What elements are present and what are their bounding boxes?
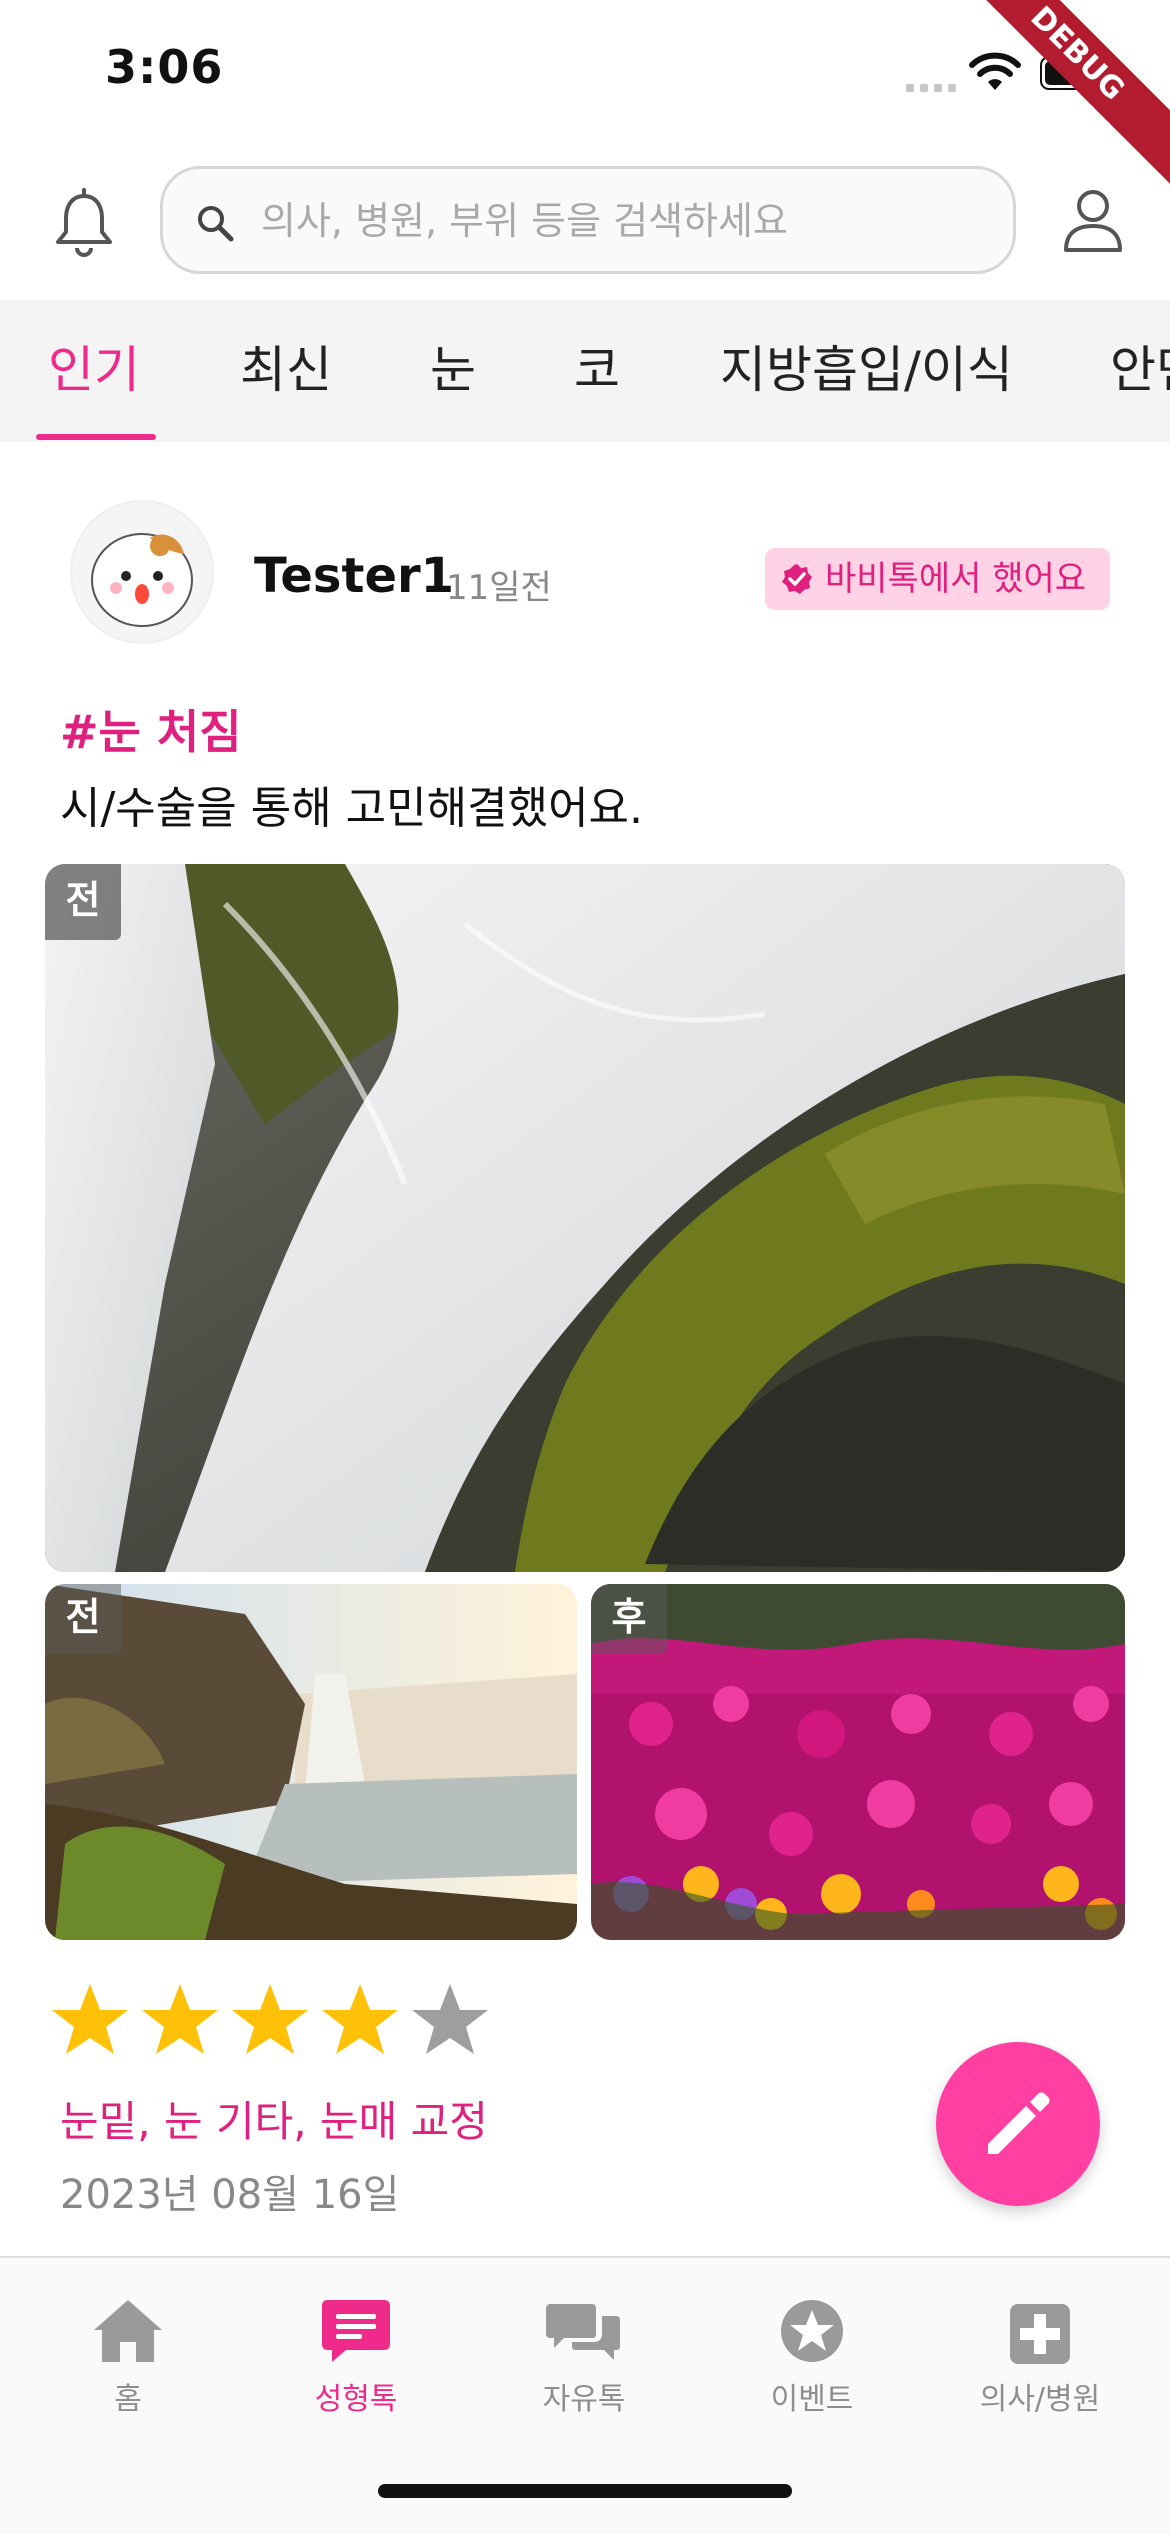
- photo-label-before: 전: [45, 864, 121, 940]
- signal-icon: [906, 84, 956, 92]
- post-text: 시/수술을 통해 고민해결했어요.: [60, 783, 644, 834]
- star-circle-icon: [781, 2300, 843, 2362]
- nav-events-label: 이벤트: [770, 2382, 854, 2417]
- photo-label-before-small: 전: [45, 1584, 121, 1654]
- post-photo-before[interactable]: 전: [45, 1584, 577, 1940]
- star-icon-1: [52, 1984, 128, 2054]
- post-time: 11일전: [446, 568, 552, 608]
- plus-square-icon: [1010, 2304, 1070, 2364]
- status-bar: 3:06 DEBUG: [0, 0, 1170, 190]
- tab-face[interactable]: 안면: [1110, 330, 1170, 402]
- avatar[interactable]: [70, 500, 214, 644]
- star-icon-3: [232, 1984, 308, 2054]
- chat-icon: [322, 2300, 390, 2362]
- nav-home-label: 홈: [114, 2382, 142, 2417]
- category-tabs: 인기 최신 눈 코 지방흡입/이식 안면: [0, 300, 1170, 442]
- search-bar[interactable]: [160, 166, 1016, 274]
- star-icon-5-empty: [412, 1984, 488, 2054]
- star-rating: [52, 1984, 488, 2054]
- nav-surgery-talk-label: 성형톡: [314, 2382, 398, 2417]
- tab-nose[interactable]: 코: [574, 330, 620, 402]
- nav-home[interactable]: 홈: [38, 2288, 218, 2418]
- photo-label-after: 후: [591, 1584, 667, 1654]
- profile-icon[interactable]: [1060, 186, 1126, 256]
- search-icon: [198, 206, 234, 242]
- active-tab-indicator: [36, 434, 156, 440]
- verified-badge: 바비톡에서 했어요: [765, 548, 1110, 610]
- wifi-icon: [969, 52, 1021, 90]
- post-hashtag[interactable]: #눈 처짐: [60, 696, 242, 762]
- post-photo-after[interactable]: 후: [591, 1584, 1125, 1940]
- post-date: 2023년 08월 16일: [60, 2172, 400, 2218]
- home-indicator: [378, 2484, 792, 2498]
- procedure-tags[interactable]: 눈밑, 눈 기타, 눈매 교정: [60, 2088, 488, 2149]
- tab-latest[interactable]: 최신: [240, 330, 332, 402]
- write-post-button[interactable]: [936, 2042, 1100, 2206]
- verified-check-icon: [782, 564, 812, 594]
- nav-free-talk-label: 자유톡: [542, 2382, 626, 2417]
- chats-icon: [546, 2304, 620, 2360]
- status-time: 3:06: [105, 40, 224, 94]
- nav-events[interactable]: 이벤트: [722, 2288, 902, 2418]
- star-icon-4: [322, 1984, 398, 2054]
- nav-surgery-talk[interactable]: 성형톡: [266, 2288, 446, 2418]
- post-username[interactable]: Tester1: [254, 548, 454, 604]
- pencil-icon: [988, 2092, 1050, 2154]
- bell-icon[interactable]: [48, 188, 120, 260]
- post-photo-main[interactable]: 전: [45, 864, 1125, 1572]
- search-input[interactable]: [259, 187, 963, 255]
- nav-doctors[interactable]: 의사/병원: [950, 2288, 1130, 2418]
- badge-label: 바비톡에서 했어요: [825, 559, 1087, 599]
- tab-eye[interactable]: 눈: [430, 330, 476, 402]
- nav-free-talk[interactable]: 자유톡: [494, 2288, 674, 2418]
- tab-liposuction[interactable]: 지방흡입/이식: [720, 330, 1013, 402]
- star-icon-2: [142, 1984, 218, 2054]
- nav-doctors-label: 의사/병원: [979, 2382, 1101, 2417]
- tab-popular[interactable]: 인기: [48, 330, 140, 402]
- home-icon: [94, 2300, 162, 2362]
- search-header: [0, 150, 1170, 300]
